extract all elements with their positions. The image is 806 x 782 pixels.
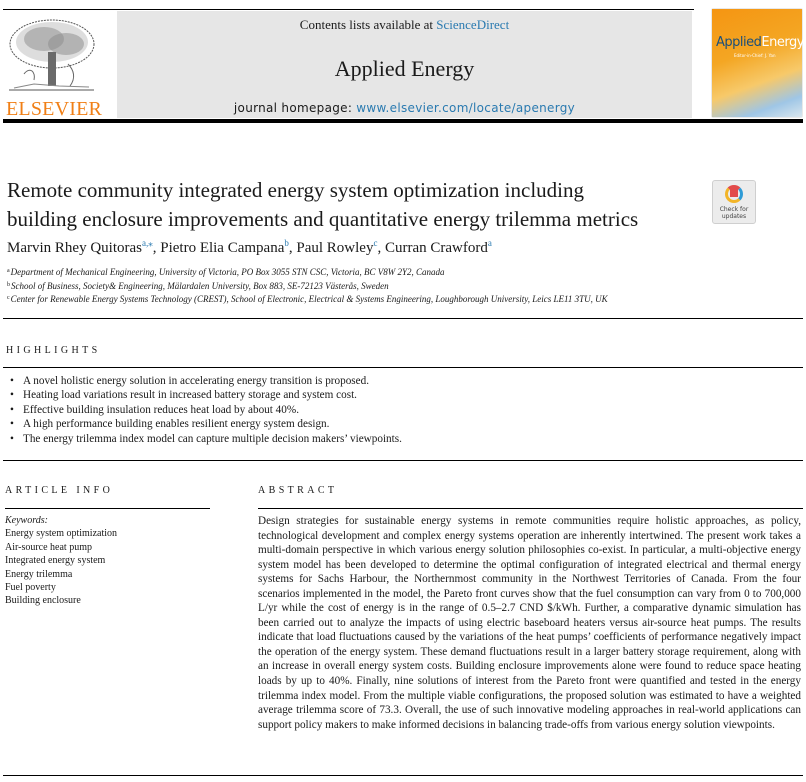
bullet-icon: • — [10, 432, 14, 445]
highlight-item: • A high performance building enables res… — [10, 418, 330, 431]
keyword: Air-source heat pump — [5, 541, 92, 553]
abstract-text: Design strategies for sustainable energy… — [258, 515, 801, 731]
article-title-line-2: building enclosure improvements and quan… — [7, 207, 639, 231]
cover-subtitle: Editor-in-Chief: J. Yan — [734, 53, 776, 58]
author-affiliation-marker[interactable]: a,⁎ — [142, 238, 153, 248]
bullet-icon: • — [10, 418, 14, 431]
header-bottom-rule — [3, 119, 803, 123]
bullet-icon: • — [10, 389, 14, 402]
affiliation: cCenter for Renewable Energy Systems Tec… — [7, 294, 608, 304]
keywords-block: Keywords: Energy system optimization Air… — [5, 514, 117, 608]
keyword: Building enclosure — [5, 595, 81, 607]
article-title-line-1: Remote community integrated energy syste… — [7, 178, 584, 202]
highlight-item: • Heating load variations result in incre… — [10, 389, 357, 402]
journal-name: Applied Energy — [334, 56, 475, 81]
article-info-heading: ARTICLE INFO — [5, 485, 114, 496]
keyword: Energy system optimization — [5, 528, 118, 540]
author-name[interactable]: Curran Crawford — [385, 240, 488, 256]
highlight-item: • A novel holistic energy solution in acc… — [10, 375, 370, 387]
cover-title: AppliedEnergy — [716, 35, 804, 50]
article-info-rule — [5, 508, 210, 509]
journal-homepage-line: journal homepage: www.elsevier.com/locat… — [117, 101, 692, 115]
article-title: Remote community integrated energy syste… — [7, 176, 707, 234]
affiliation: bSchool of Business, Society& Engineerin… — [7, 281, 389, 291]
abstract-rule — [258, 508, 803, 509]
highlights-rule — [3, 367, 803, 368]
journal-homepage-link[interactable]: www.elsevier.com/locate/apenergy — [356, 101, 575, 115]
check-for-updates-button[interactable]: Check for updates — [712, 180, 756, 224]
section-divider — [3, 318, 803, 319]
affiliation: aDepartment of Mechanical Engineering, U… — [7, 267, 445, 277]
keyword: Integrated energy system — [5, 555, 106, 567]
contents-prefix: Contents lists available at — [299, 17, 437, 32]
keywords-label: Keywords: — [5, 515, 48, 526]
abstract-bottom-rule — [3, 775, 803, 776]
header-top-rule — [3, 9, 694, 10]
bullet-icon: • — [10, 375, 14, 387]
contents-available-line: Contents lists available at ScienceDirec… — [117, 17, 692, 33]
abstract-heading: ABSTRACT — [258, 485, 338, 496]
elsevier-wordmark: ELSEVIER — [6, 98, 103, 120]
section-divider — [3, 460, 803, 461]
highlights-list: • A novel holistic energy solution in acc… — [10, 374, 402, 446]
journal-cover-image: AppliedEnergy Editor-in-Chief: J. Yan — [712, 9, 804, 117]
author-name[interactable]: Paul Rowley — [296, 240, 373, 256]
check-updates-label: Check for updates — [719, 206, 749, 220]
author-affiliation-marker[interactable]: a — [488, 238, 492, 248]
sciencedirect-link[interactable]: ScienceDirect — [436, 17, 509, 32]
author-name[interactable]: Pietro Elia Campana — [160, 240, 284, 256]
author-list: Marvin Rhey Quitorasa,⁎, Pietro Elia Cam… — [7, 238, 492, 256]
highlight-item: • The energy trilemma index model can cap… — [10, 432, 402, 445]
homepage-label: journal homepage: — [233, 101, 357, 115]
keyword: Energy trilemma — [5, 568, 73, 580]
highlight-item: • Effective building insulation reduces h… — [10, 403, 299, 416]
bookmark-flag-icon — [730, 187, 738, 197]
author-name[interactable]: Marvin Rhey Quitoras — [7, 240, 142, 256]
highlights-heading: HIGHLIGHTS — [6, 345, 101, 356]
journal-header: Contents lists available at ScienceDirec… — [117, 11, 692, 118]
bullet-icon: • — [10, 403, 14, 416]
keyword: Fuel poverty — [5, 582, 56, 594]
